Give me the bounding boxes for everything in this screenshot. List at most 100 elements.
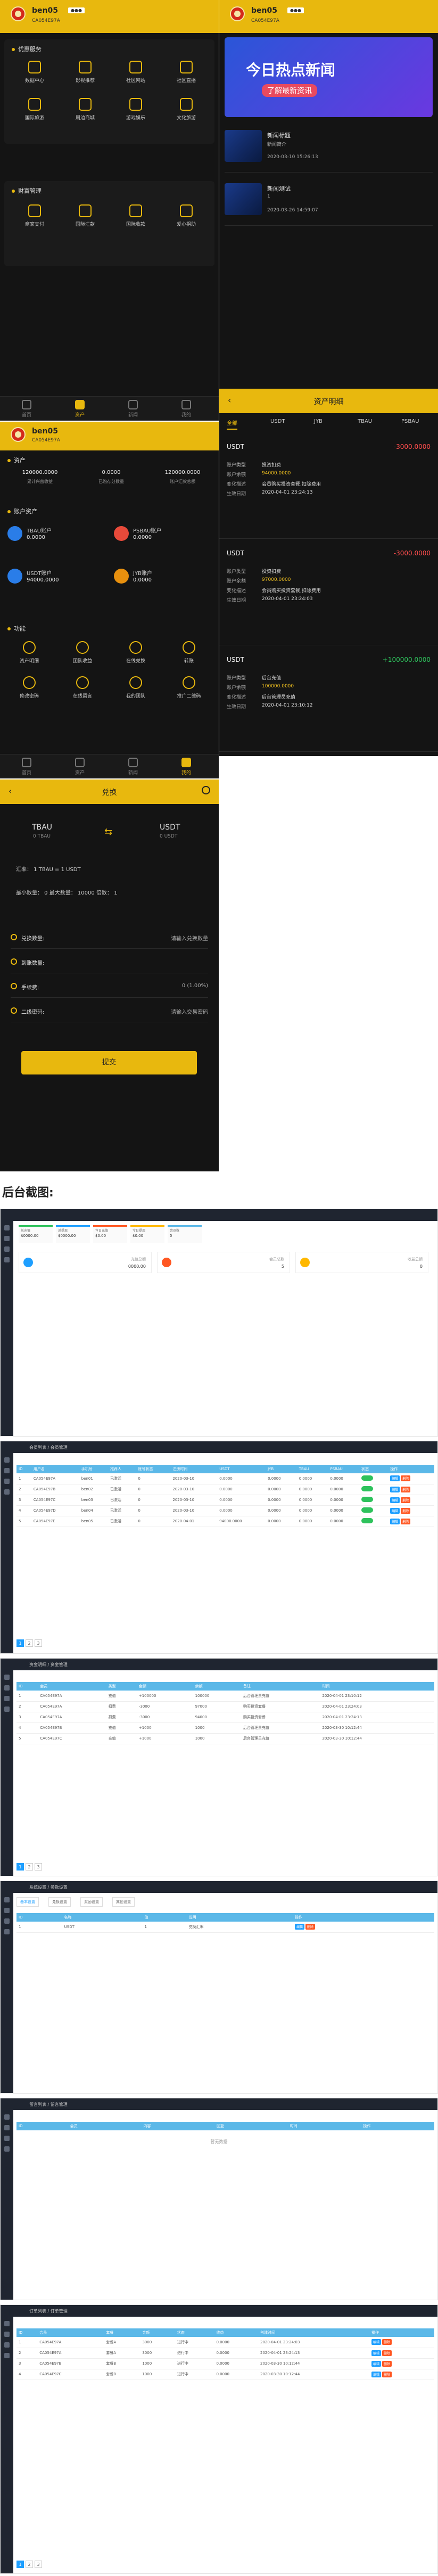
column-header[interactable]: ID: [16, 2328, 38, 2337]
edit-button[interactable]: 编辑: [390, 1497, 400, 1503]
delete-button[interactable]: 删除: [305, 1924, 315, 1930]
history-icon[interactable]: [202, 786, 210, 794]
grid-item[interactable]: 游戏娱乐: [112, 98, 160, 121]
config-tab[interactable]: 其他设置: [112, 1897, 135, 1907]
column-header[interactable]: 值: [142, 1913, 187, 1922]
status-toggle[interactable]: [361, 1486, 374, 1491]
news-item[interactable]: 新闻测试 1 2020-03-26 14:59:07: [225, 181, 433, 226]
news-banner[interactable]: 今日热点新闻 了解最新资讯: [225, 37, 433, 117]
edit-button[interactable]: 编辑: [390, 1486, 400, 1492]
swap-icon[interactable]: ⇆: [104, 826, 112, 838]
tab-item[interactable]: 新闻: [117, 758, 149, 776]
column-header[interactable]: 账号状态: [136, 1465, 171, 1473]
column-header[interactable]: 金额: [140, 2328, 175, 2337]
table-row[interactable]: 2 CA054E97A 套餐A 3000 进行中 0.0000 2020-04-01 23:…: [16, 2348, 434, 2359]
delete-button[interactable]: 删除: [401, 1475, 411, 1482]
function-item[interactable]: 推广二维码: [165, 676, 213, 699]
table-row[interactable]: 1 CA054E97A 套餐A 3000 进行中 0.0000 2020-04-01 23:…: [16, 2337, 434, 2348]
edit-button[interactable]: 编辑: [371, 2371, 382, 2377]
exchange-field[interactable]: 手续费: 0 (1.00%): [11, 978, 208, 998]
config-tab[interactable]: 奖励设置: [80, 1897, 103, 1907]
filter-tab[interactable]: TBAU: [358, 419, 372, 424]
grid-item[interactable]: 数据中心: [11, 61, 59, 84]
grid-item[interactable]: 周边商城: [61, 98, 109, 121]
column-header[interactable]: 时间: [287, 2122, 361, 2130]
config-tab[interactable]: 基本设置: [16, 1897, 39, 1907]
edit-button[interactable]: 编辑: [390, 1475, 400, 1482]
grid-item[interactable]: 商家支付: [11, 204, 59, 227]
table-row[interactable]: 1 USDT 1 兑换汇率 编辑 删除: [16, 1922, 434, 1933]
status-toggle[interactable]: [361, 1497, 374, 1502]
column-header[interactable]: 金额: [136, 1682, 193, 1691]
column-header[interactable]: 备注: [241, 1682, 320, 1691]
exchange-field[interactable]: 到账数量:: [11, 953, 208, 973]
page-button[interactable]: 1: [16, 2561, 24, 2568]
column-header[interactable]: ID: [16, 1913, 62, 1922]
delete-button[interactable]: 删除: [401, 1497, 411, 1503]
table-row[interactable]: 2 CA054E97A 扣费 -3000 97000 购买投资套餐 2020-04-01 2…: [16, 1701, 434, 1712]
delete-button[interactable]: 删除: [401, 1518, 411, 1524]
table-row[interactable]: 5 CA054E97C 充值 +1000 1000 后台管理员充值 2020-03-30 1…: [16, 1733, 434, 1744]
page-button[interactable]: 3: [35, 2561, 42, 2568]
column-header[interactable]: 用户名: [31, 1465, 79, 1473]
filter-tab[interactable]: USDT: [270, 419, 285, 424]
to-currency[interactable]: USDT: [160, 823, 180, 832]
delete-button[interactable]: 删除: [382, 2371, 392, 2377]
table-row[interactable]: 4 CA054E97B 充值 +1000 1000 后台管理员充值 2020-03-30 1…: [16, 1722, 434, 1734]
function-item[interactable]: 修改密码: [5, 676, 53, 699]
grid-item[interactable]: 社区网站: [112, 61, 160, 84]
grid-item[interactable]: 社区直播: [162, 61, 210, 84]
tab-item[interactable]: 首页: [11, 758, 43, 776]
page-button[interactable]: 1: [16, 1863, 24, 1871]
column-header[interactable]: 说明: [186, 1913, 293, 1922]
delete-button[interactable]: 删除: [401, 1507, 411, 1514]
account-card[interactable]: USDT账户 94000.0000: [7, 565, 109, 597]
delete-button[interactable]: 删除: [382, 2339, 392, 2345]
column-header[interactable]: PSBAU: [328, 1465, 360, 1473]
delete-button[interactable]: 删除: [401, 1486, 411, 1492]
table-row[interactable]: 4 CA054E97D ben04 已激活 0 2020-03-10 0.0000 0.000…: [16, 1505, 434, 1516]
function-item[interactable]: 转账: [165, 641, 213, 664]
page-button[interactable]: 2: [26, 1639, 33, 1647]
status-cell[interactable]: [359, 1505, 389, 1516]
status-toggle[interactable]: [361, 1507, 374, 1513]
delete-button[interactable]: 删除: [382, 2360, 392, 2367]
table-row[interactable]: 2 CA054E97B ben02 已激活 0 2020-03-10 0.0000 0.000…: [16, 1484, 434, 1495]
table-row[interactable]: 3 CA054E97B 套餐B 1000 进行中 0.0000 2020-03-30 10:…: [16, 2358, 434, 2369]
status-toggle[interactable]: [361, 1475, 374, 1481]
status-cell[interactable]: [359, 1473, 389, 1484]
tab-item[interactable]: 我的: [170, 400, 202, 418]
grid-item[interactable]: 文化旅游: [162, 98, 210, 121]
column-header[interactable]: JYB: [266, 1465, 297, 1473]
tab-item[interactable]: 我的: [170, 758, 202, 776]
edit-button[interactable]: 编辑: [371, 2360, 382, 2367]
tab-item[interactable]: 新闻: [117, 400, 149, 418]
table-row[interactable]: 1 CA054E97A 充值 +100000 100000 后台管理员充值 2020-04-…: [16, 1691, 434, 1702]
column-header[interactable]: 类型: [106, 1682, 137, 1691]
column-header[interactable]: 会员: [37, 2328, 104, 2337]
tab-item[interactable]: 首页: [11, 400, 43, 418]
column-header[interactable]: 推荐人: [108, 1465, 136, 1473]
filter-tab[interactable]: JYB: [314, 419, 323, 424]
column-header[interactable]: USDT: [217, 1465, 266, 1473]
status-cell[interactable]: [359, 1495, 389, 1506]
column-header[interactable]: 会员: [68, 2122, 142, 2130]
column-header[interactable]: 回复: [214, 2122, 288, 2130]
config-tab[interactable]: 兑换设置: [48, 1897, 71, 1907]
column-header[interactable]: 余额: [193, 1682, 242, 1691]
grid-item[interactable]: 爱心捐助: [162, 204, 210, 227]
column-header[interactable]: 操作: [292, 1913, 434, 1922]
edit-button[interactable]: 编辑: [390, 1518, 400, 1524]
grid-item[interactable]: 国际收款: [112, 204, 160, 227]
grid-item[interactable]: 国际汇款: [61, 204, 109, 227]
column-header[interactable]: 状态: [175, 2328, 214, 2337]
page-button[interactable]: 3: [35, 1639, 42, 1647]
account-card[interactable]: JYB账户 0.0000: [114, 565, 215, 597]
tab-item[interactable]: 资产: [64, 758, 96, 776]
column-header[interactable]: ID: [16, 1465, 31, 1473]
page-button[interactable]: 2: [26, 2561, 33, 2568]
column-header[interactable]: 收益: [214, 2328, 258, 2337]
submit-button[interactable]: 提交: [21, 1051, 197, 1074]
edit-button[interactable]: 编辑: [390, 1507, 400, 1514]
column-header[interactable]: 时间: [320, 1682, 434, 1691]
